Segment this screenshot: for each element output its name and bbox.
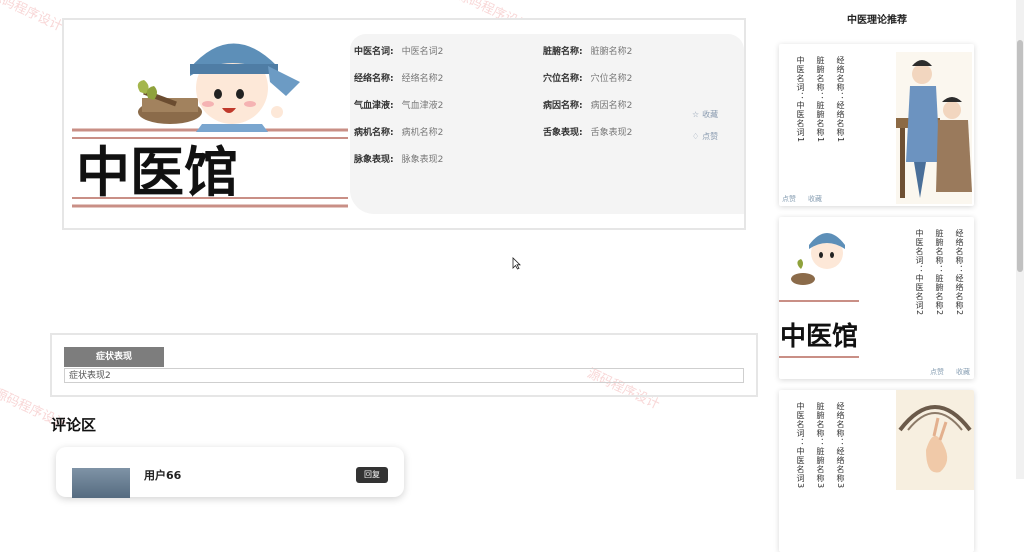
star-icon: ☆ bbox=[692, 110, 700, 119]
recommend-card[interactable]: 中医馆 经络名称：经络名称2 脏腑名称：脏腑名称2 中医名词：中医名词2 点赞 … bbox=[779, 217, 974, 379]
like-button[interactable]: 点赞 bbox=[782, 194, 796, 204]
field-maixiang-biaoxian: 脉象表现: 脉象表现2 bbox=[354, 155, 444, 165]
avatar bbox=[72, 468, 130, 498]
collect-button[interactable]: 收藏 bbox=[808, 194, 822, 204]
tab-symptom[interactable]: 症状表现 bbox=[64, 347, 164, 367]
comment-section-title: 评论区 bbox=[51, 416, 97, 434]
field-qixue-jinye: 气血津液: 气血津液2 bbox=[354, 101, 444, 111]
field-shexiang-biaoxian: 舌象表现: 舌象表现2 bbox=[543, 128, 633, 138]
rec-line: 经络名称：经络名称3 bbox=[836, 402, 845, 490]
rec-line: 脏腑名称：脏腑名称2 bbox=[935, 229, 944, 317]
field-xuewei-mingcheng: 穴位名称: 穴位名称2 bbox=[543, 74, 633, 84]
rec-line: 中医名词：中医名词1 bbox=[796, 56, 805, 144]
recommend-card[interactable]: 经络名称：经络名称3 脏腑名称：脏腑名称3 中医名词：中医名词3 bbox=[779, 390, 974, 552]
field-zangfu-mingcheng: 脏腑名称: 脏腑名称2 bbox=[543, 47, 633, 57]
symptom-content: 症状表现2 bbox=[64, 368, 744, 383]
like-button[interactable]: 点赞 bbox=[930, 367, 944, 377]
field-bingyin-mingcheng: 病因名称: 病因名称2 bbox=[543, 101, 633, 111]
recommend-image bbox=[896, 52, 972, 204]
collect-button[interactable]: ☆ 收藏 bbox=[692, 109, 718, 120]
rec-line: 脏腑名称：脏腑名称1 bbox=[816, 56, 825, 144]
page-scrollbar-thumb[interactable] bbox=[1017, 40, 1023, 272]
rec-line: 脏腑名称：脏腑名称3 bbox=[816, 402, 825, 490]
cover-image: 中医馆 bbox=[72, 28, 348, 222]
watermark: 源码程序设计 bbox=[0, 0, 65, 35]
rec-line: 经络名称：经络名称1 bbox=[836, 56, 845, 144]
rec-line: 经络名称：经络名称2 bbox=[955, 229, 964, 317]
recommend-image bbox=[896, 390, 974, 490]
like-button[interactable]: ♢ 点赞 bbox=[692, 131, 718, 142]
recommend-card[interactable]: 经络名称：经络名称1 脏腑名称：脏腑名称1 中医名词：中医名词1 点赞 收藏 bbox=[779, 44, 974, 206]
svg-text:中医馆: 中医馆 bbox=[76, 140, 238, 204]
svg-text:中医馆: 中医馆 bbox=[780, 321, 858, 352]
reply-button[interactable]: 回复 bbox=[356, 467, 388, 483]
collect-button[interactable]: 收藏 bbox=[956, 367, 970, 377]
detail-card: 中医馆 中医名词: 中医名词2 脏腑名称: 脏腑名称2 经络名称: 经络名称2 穴位名… bbox=[62, 18, 746, 230]
field-bingji-mingcheng: 病机名称: 病机名称2 bbox=[354, 128, 444, 138]
field-zhongyi-mingci: 中医名词: 中医名词2 bbox=[354, 47, 444, 57]
recommend-image: 中医馆 bbox=[779, 221, 859, 369]
comment-username: 用户66 bbox=[144, 469, 182, 482]
recommend-title: 中医理论推荐 bbox=[847, 15, 907, 26]
thumbs-up-icon: ♢ bbox=[692, 132, 700, 141]
info-panel: 中医名词: 中医名词2 脏腑名称: 脏腑名称2 经络名称: 经络名称2 穴位名称: 穴位… bbox=[350, 34, 744, 214]
rec-line: 中医名词：中医名词3 bbox=[796, 402, 805, 490]
symptom-section: 症状表现 症状表现2 bbox=[50, 333, 758, 397]
comment-item: 用户66 回复 bbox=[56, 447, 404, 498]
rec-line: 中医名词：中医名词2 bbox=[915, 229, 924, 317]
mouse-cursor-icon bbox=[512, 257, 521, 270]
field-jingluo-mingcheng: 经络名称: 经络名称2 bbox=[354, 74, 444, 84]
